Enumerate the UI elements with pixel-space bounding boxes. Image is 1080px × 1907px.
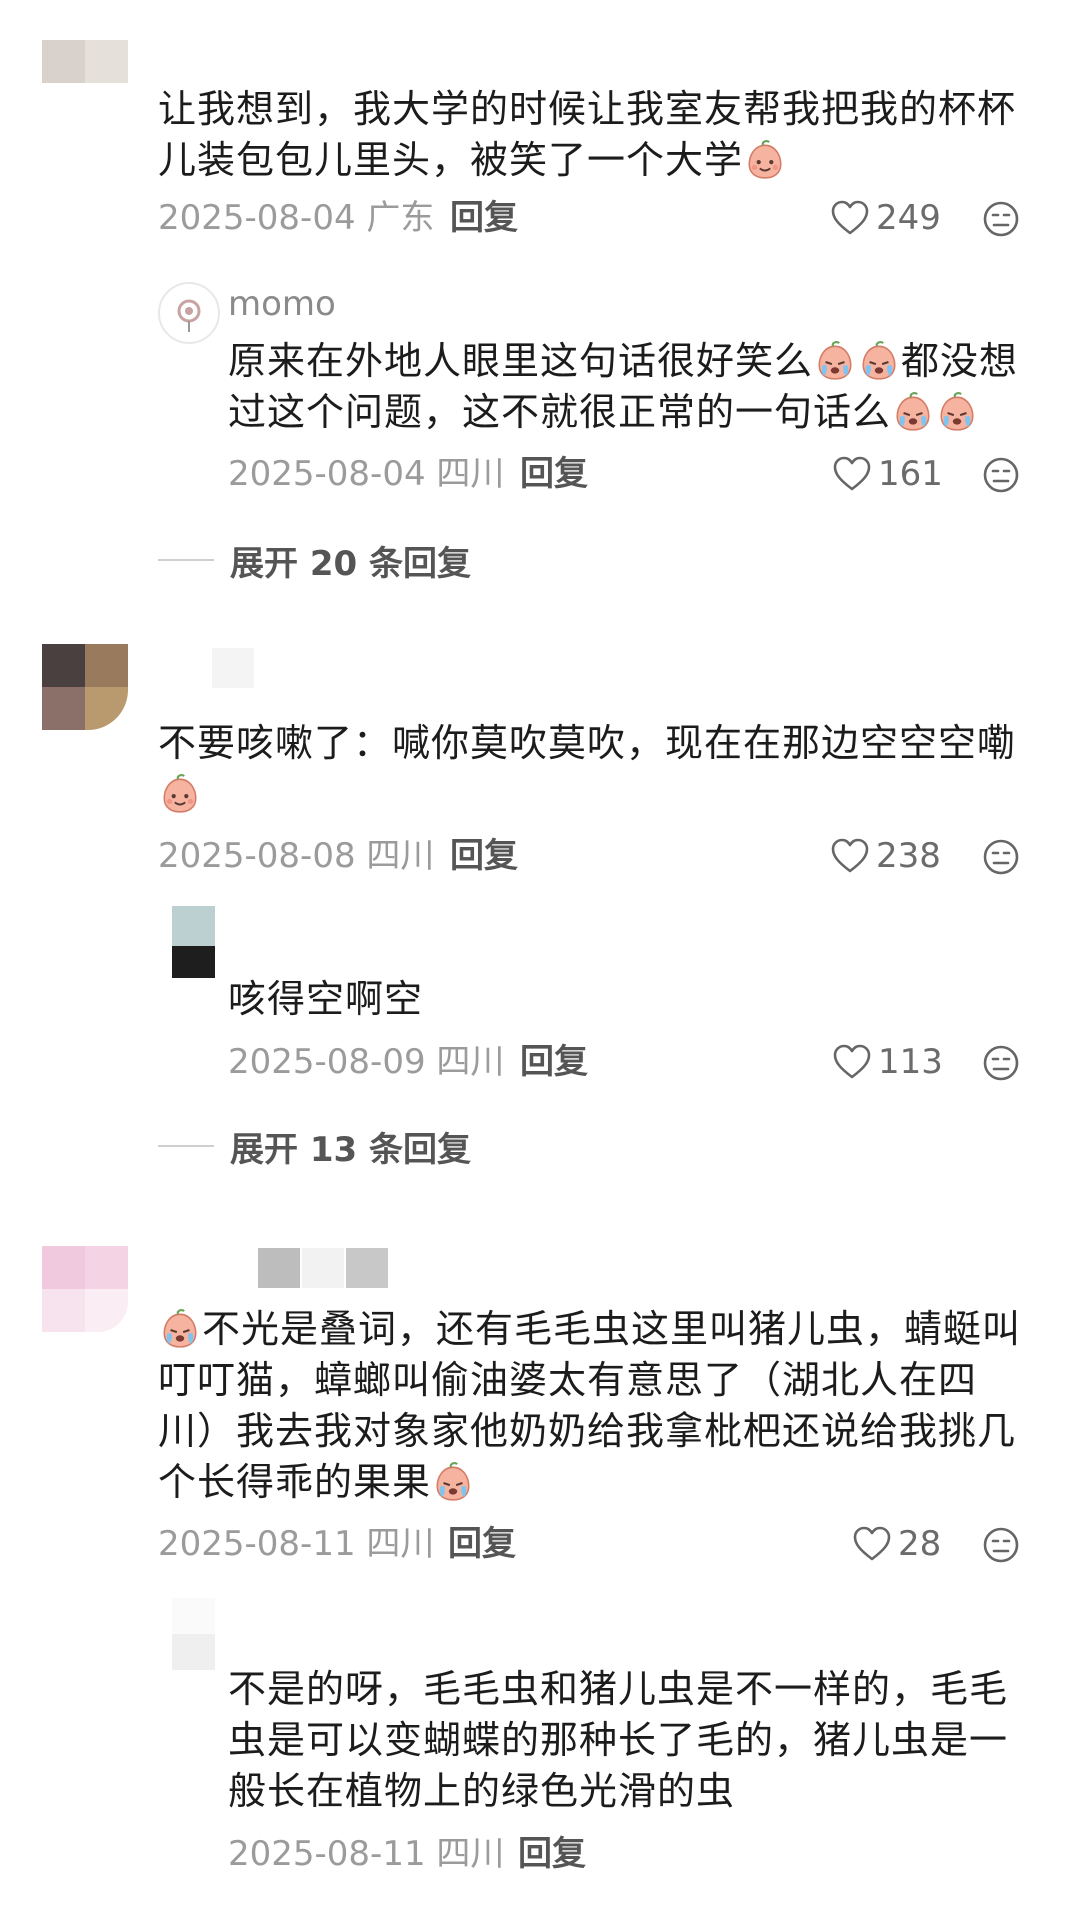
emoji-cry-icon — [936, 391, 978, 433]
username-blurred[interactable] — [302, 1248, 344, 1288]
reply-text: 不是的呀，毛毛虫和猪儿虫是不一样的，毛毛 虫是可以变蝴蝶的那种长了毛的，猪儿虫是… — [228, 1667, 1009, 1813]
divider — [158, 559, 214, 561]
expand-replies-label: 展开 13 条回复 — [230, 1129, 471, 1170]
emoji-smile-icon — [744, 139, 786, 181]
avatar[interactable] — [42, 1246, 128, 1332]
comment-text: 不光是叠词，还有毛毛虫这里叫猪儿虫，蜻蜓叫 叮叮猫，蟑螂叫偷油婆太有意思了（湖北… — [158, 1307, 1022, 1504]
like-count: 249 — [876, 198, 941, 238]
like-button[interactable]: 28 — [852, 1522, 941, 1566]
dislike-face-icon[interactable] — [982, 1526, 1020, 1564]
like-count: 161 — [878, 454, 943, 494]
divider — [158, 1145, 214, 1147]
username-blurred[interactable] — [346, 1248, 388, 1288]
reply-username[interactable]: momo — [228, 284, 336, 324]
avatar[interactable] — [172, 1598, 215, 1670]
reply-button[interactable]: 回复 — [448, 1522, 516, 1566]
expand-replies-button[interactable]: 展开 13 条回复 — [158, 1124, 471, 1170]
heart-icon — [830, 199, 870, 237]
dislike-face-icon[interactable] — [982, 456, 1020, 494]
like-button[interactable]: 161 — [832, 452, 943, 496]
like-button[interactable]: 113 — [832, 1040, 943, 1084]
like-button[interactable]: 249 — [830, 196, 941, 240]
heart-icon — [832, 455, 872, 493]
emoji-cry-icon — [814, 340, 856, 382]
dislike-face-icon[interactable] — [982, 1044, 1020, 1082]
like-count: 28 — [898, 1524, 942, 1564]
comment-date-location: 2025-08-04 广东 — [158, 198, 435, 238]
comment-date-location: 2025-08-11 四川 — [158, 1524, 435, 1564]
dislike-face-icon[interactable] — [982, 200, 1020, 238]
reply-button[interactable]: 回复 — [520, 1040, 588, 1084]
emoji-cry-icon — [892, 391, 934, 433]
avatar[interactable] — [42, 644, 128, 730]
avatar[interactable] — [172, 906, 215, 978]
comment-date-location: 2025-08-08 四川 — [158, 836, 435, 876]
username-blurred[interactable] — [212, 648, 254, 688]
heart-icon — [832, 1043, 872, 1081]
username-blurred[interactable] — [258, 1248, 300, 1288]
avatar[interactable] — [158, 282, 220, 344]
expand-replies-label: 展开 20 条回复 — [230, 543, 471, 584]
like-button[interactable]: 238 — [830, 834, 941, 878]
reply-date-location: 2025-08-11 四川 — [228, 1834, 505, 1874]
like-count: 113 — [878, 1042, 943, 1082]
comment-text: 让我想到，我大学的时候让我室友帮我把我的杯杯 儿装包包儿里头，被笑了一个大学 — [158, 87, 1017, 182]
emoji-smile-icon — [159, 773, 201, 815]
like-count: 238 — [876, 836, 941, 876]
avatar-image — [177, 299, 201, 332]
reply-date-location: 2025-08-04 四川 — [228, 454, 505, 494]
emoji-cry-icon — [858, 340, 900, 382]
reply-button[interactable]: 回复 — [520, 452, 588, 496]
emoji-cry-icon — [159, 1308, 201, 1350]
comment-text: 不要咳嗽了：喊你莫吹莫吹，现在在那边空空空嘞 — [158, 718, 1016, 820]
reply-button[interactable]: 回复 — [518, 1832, 586, 1876]
reply-date-location: 2025-08-09 四川 — [228, 1042, 505, 1082]
emoji-cry-icon — [432, 1461, 474, 1503]
expand-replies-button[interactable]: 展开 20 条回复 — [158, 538, 471, 584]
heart-icon — [830, 837, 870, 875]
dislike-face-icon[interactable] — [982, 838, 1020, 876]
avatar[interactable] — [42, 40, 128, 84]
reply-text: 原来在外地人眼里这句话很好笑么 都没想 过这个问题，这不就很正常的一句话么 — [228, 339, 1019, 434]
heart-icon — [852, 1525, 892, 1563]
reply-text: 咳得空啊空 — [228, 977, 424, 1021]
reply-button[interactable]: 回复 — [450, 834, 518, 878]
reply-button[interactable]: 回复 — [450, 196, 518, 240]
